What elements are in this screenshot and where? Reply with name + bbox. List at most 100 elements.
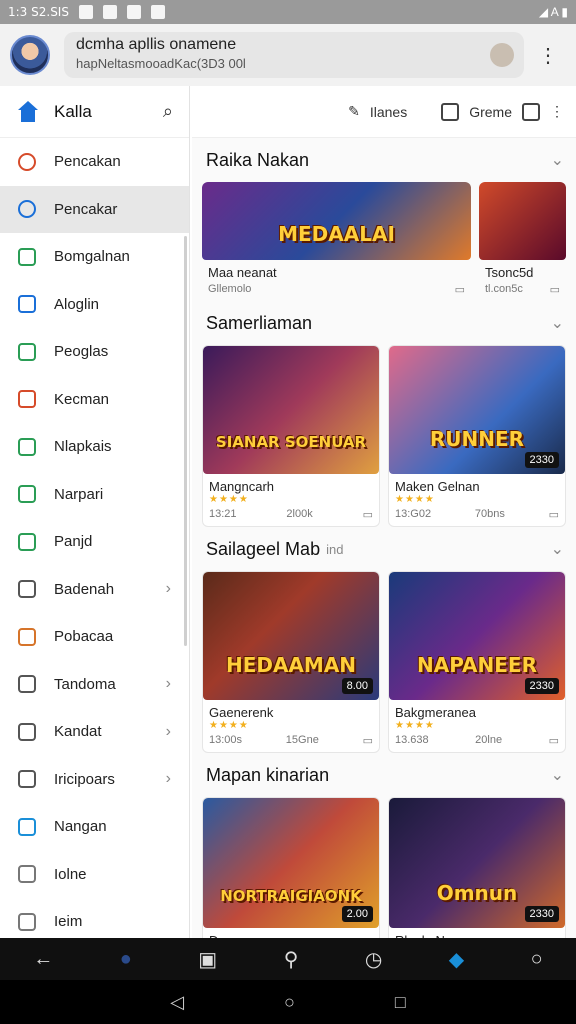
back-arrow-icon[interactable]: ← [33, 948, 53, 971]
checkbox-icon[interactable] [441, 102, 460, 121]
card-row: NORTRAIGIAONK2.00Desoarem ▾Omnun2330Rlon… [192, 797, 576, 938]
toolbar-label-2[interactable]: Greme [469, 104, 512, 120]
card-title: Mangncarh [209, 479, 275, 494]
game-thumbnail[interactable]: HEDAAMAN 8.00 [203, 572, 379, 700]
chevron-down-icon[interactable]: ⌄ [551, 150, 564, 170]
duration-badge: 2330 [524, 452, 559, 468]
sidebar-item[interactable]: Pencakar [0, 185, 189, 233]
home-icon[interactable] [16, 100, 40, 123]
game-card[interactable]: NAPANEER 2330 Bakgmeranea ★★★★ 13.638 20lne ▭ [388, 571, 566, 753]
sidebar-scrollbar[interactable] [184, 236, 187, 646]
window-icon[interactable]: ▣ [198, 947, 217, 972]
chevron-down-icon[interactable]: ⌄ [551, 313, 564, 333]
card-extra: 2l00k [286, 508, 313, 520]
sidebar-item[interactable]: Panjd [0, 518, 189, 566]
profile-icon[interactable] [490, 43, 514, 67]
chevron-down-icon[interactable]: ⌄ [551, 539, 564, 559]
game-thumbnail[interactable] [478, 182, 566, 260]
sidebar-item[interactable]: Narpari [0, 471, 189, 519]
more-icon[interactable]: ⋮ [550, 103, 564, 120]
game-thumbnail[interactable]: NAPANEER 2330 [389, 572, 565, 700]
top-bar: dcmha apllis onamene hapNeltasmooadKac(3… [0, 24, 576, 86]
search-person-icon[interactable]: ⚲ [284, 947, 299, 972]
sidebar-item[interactable]: Iolne [0, 851, 189, 899]
sidebar-item[interactable]: Kecman [0, 376, 189, 424]
cast-icon[interactable]: ▭ [455, 283, 465, 296]
more-menu-icon[interactable]: ⋮ [538, 43, 558, 68]
sidebar-item-icon [18, 295, 36, 314]
sidebar-item-icon [18, 390, 36, 409]
sidebar-item-icon [18, 770, 36, 789]
cast-icon[interactable]: ▭ [550, 283, 560, 296]
recents-icon[interactable]: □ [395, 992, 406, 1013]
chevron-down-icon[interactable]: ⌄ [551, 765, 564, 785]
game-logo: NAPANEER [417, 652, 537, 677]
section-header[interactable]: Sailageel Mab ind ⌄ [192, 527, 576, 571]
system-nav: ◁ ○ □ [0, 980, 576, 1024]
sidebar-item[interactable]: Bomgalnan [0, 233, 189, 281]
status-time: 1:3 S2.SIS [8, 5, 69, 19]
sidebar-item[interactable]: Tandoma › [0, 661, 189, 709]
game-thumbnail[interactable]: MEDAALAI [202, 182, 471, 260]
game-card[interactable]: MEDAALAI Maa neanat Gllemolo ▭ [202, 182, 471, 301]
card-row: HEDAAMAN 8.00 Gaenerenk ★★★★ 13:00s 15Gne ▭ NAP… [192, 571, 576, 753]
cast-icon[interactable]: ▭ [363, 734, 373, 747]
phone-icon[interactable] [522, 102, 540, 121]
duration-badge: 2330 [524, 906, 559, 922]
sidebar-item[interactable]: Kandat › [0, 708, 189, 756]
section-title: Raika Nakan [206, 149, 310, 170]
card-sub: 13:21 [209, 508, 237, 520]
card-row: SIANAR SOENUAR Mangncarh ★★★★ 13:21 2l00k ▭ RU… [192, 345, 576, 527]
sidebar-item-label: Kecman [54, 390, 110, 408]
sidebar-item[interactable]: Nlapkais [0, 423, 189, 471]
chevron-right-icon[interactable]: › [166, 770, 171, 788]
duration-badge: 8.00 [341, 678, 373, 694]
section-header[interactable]: Raika Nakan ⌄ [192, 138, 576, 182]
rating-stars: ★★★★ [395, 494, 435, 505]
chevron-right-icon[interactable]: › [166, 723, 171, 741]
cast-icon[interactable]: ▭ [549, 734, 559, 747]
sidebar-item-label: Nangan [54, 818, 107, 836]
cast-icon[interactable]: ▭ [549, 508, 559, 521]
search-box[interactable]: dcmha apllis onamene hapNeltasmooadKac(3… [64, 32, 524, 78]
clock-icon[interactable]: ◷ [365, 947, 382, 972]
sidebar-item[interactable]: Badenah › [0, 566, 189, 614]
globe-icon[interactable]: ● [120, 948, 132, 971]
sidebar-item[interactable]: Pobacaa [0, 613, 189, 661]
game-card[interactable]: RUNNER 2330 Maken Gelnan ★★★★ 13:G02 70bns ▭ [388, 345, 566, 527]
card-subline: 13:G02 70bns ▭ [395, 508, 559, 521]
stack-icon[interactable]: ◆ [449, 947, 464, 972]
sidebar-item[interactable]: Nangan [0, 803, 189, 851]
game-card[interactable]: Tsonc5d tl.con5c ▭ [478, 182, 566, 301]
search-icon[interactable]: ⌕ [163, 101, 173, 122]
sidebar-item-icon [18, 627, 36, 646]
game-card[interactable]: NORTRAIGIAONK2.00Desoarem ▾ [202, 797, 380, 938]
section-header[interactable]: Samerliaman ⌄ [192, 301, 576, 345]
game-card[interactable]: SIANAR SOENUAR Mangncarh ★★★★ 13:21 2l00k ▭ [202, 345, 380, 527]
sidebar-item-icon [18, 722, 36, 741]
card-meta: Mangncarh ★★★★ 13:21 2l00k ▭ [203, 474, 379, 526]
sidebar-item[interactable]: Pencakan [0, 138, 189, 186]
circle-icon[interactable]: ○ [531, 948, 543, 971]
game-logo: Omnun [436, 880, 518, 905]
chevron-right-icon[interactable]: › [166, 580, 171, 598]
game-card[interactable]: Omnun 2330 Rlonla Nosan [388, 797, 566, 938]
game-thumbnail[interactable]: RUNNER 2330 [389, 346, 565, 474]
game-card[interactable]: HEDAAMAN 8.00 Gaenerenk ★★★★ 13:00s 15Gne ▭ [202, 571, 380, 753]
game-thumbnail[interactable]: Omnun 2330 [389, 798, 565, 928]
game-thumbnail[interactable]: NORTRAIGIAONK 2.00 [203, 798, 379, 928]
game-thumbnail[interactable]: SIANAR SOENUAR [203, 346, 379, 474]
section-header[interactable]: Mapan kinarian ⌄ [192, 753, 576, 797]
chevron-right-icon[interactable]: › [166, 675, 171, 693]
cast-icon[interactable]: ▭ [363, 508, 373, 521]
home-nav-icon[interactable]: ○ [284, 992, 295, 1013]
tag-icon[interactable]: ✎ [348, 103, 360, 120]
back-icon[interactable]: ◁ [170, 992, 184, 1013]
toolbar-label-1[interactable]: Ilanes [370, 104, 407, 120]
sidebar-item[interactable]: Peoglas [0, 328, 189, 376]
sidebar-item[interactable]: Aloglin [0, 281, 189, 329]
avatar[interactable] [10, 35, 50, 75]
card-meta: Gaenerenk ★★★★ 13:00s 15Gne ▭ [203, 700, 379, 752]
sidebar-item-label: Narpari [54, 485, 104, 503]
sidebar-item[interactable]: Iricipoars › [0, 756, 189, 804]
